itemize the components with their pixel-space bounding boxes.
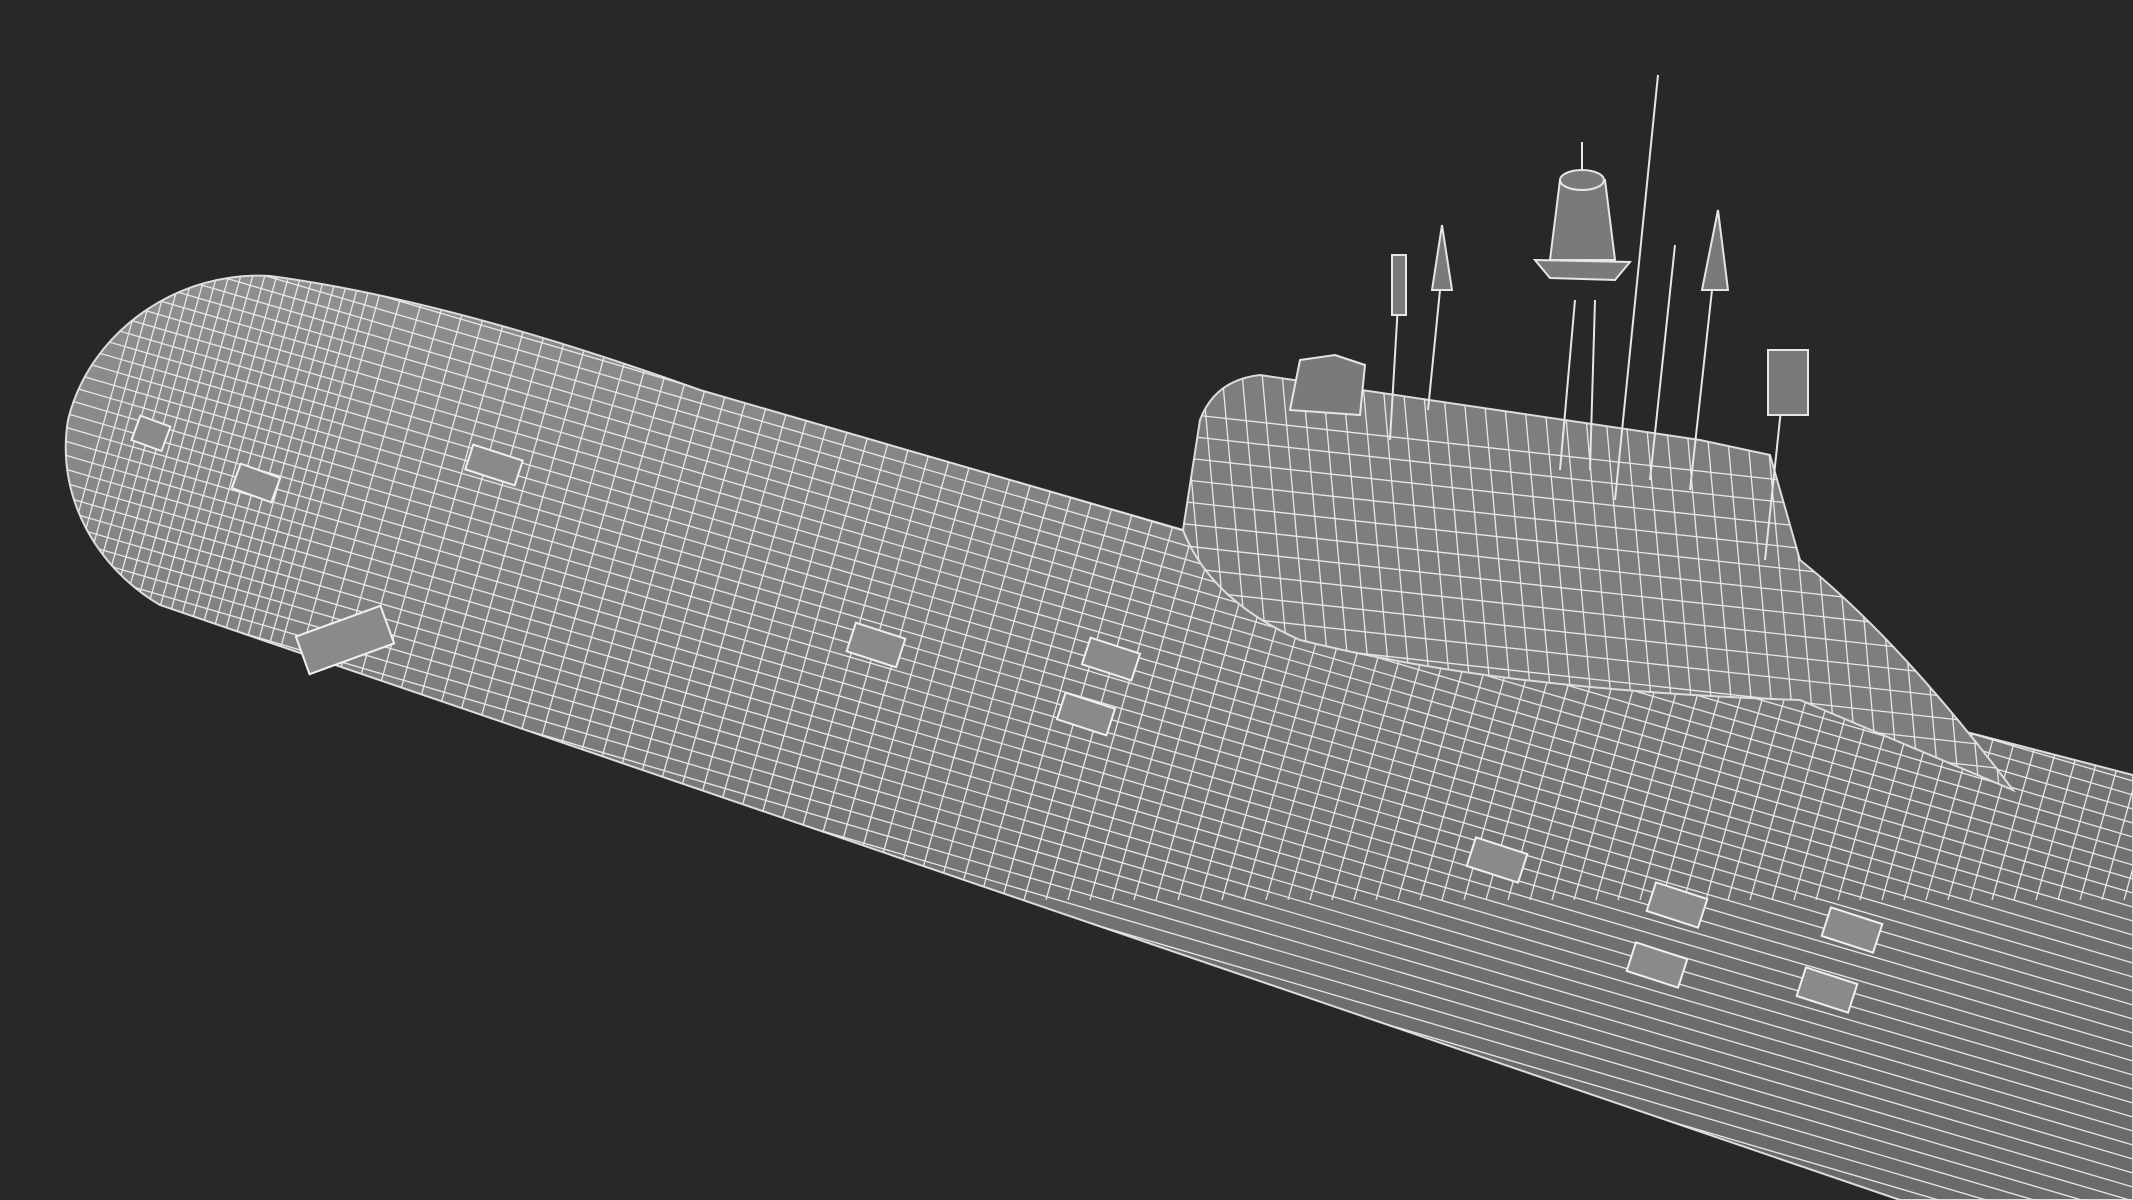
submarine-wireframe-render bbox=[0, 0, 2133, 1200]
periscope-housing bbox=[1288, 353, 1367, 417]
